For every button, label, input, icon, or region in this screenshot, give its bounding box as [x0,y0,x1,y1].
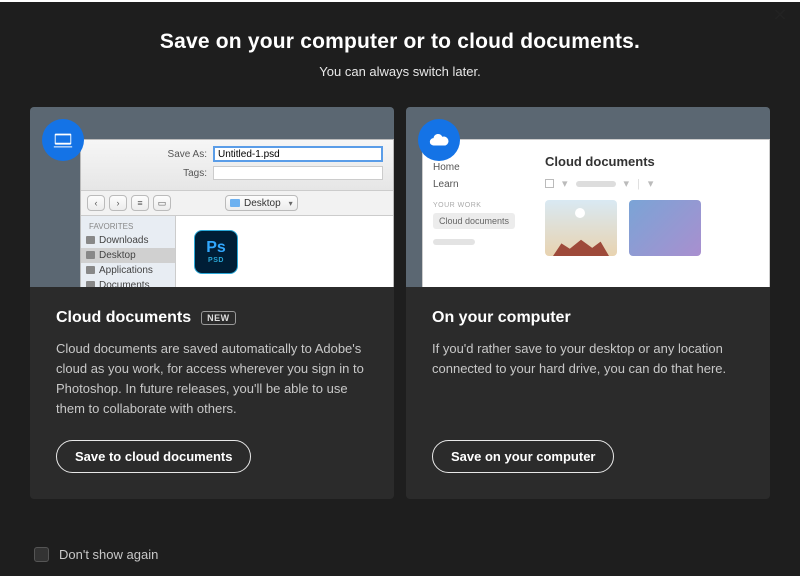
save-to-cloud-button[interactable]: Save to cloud documents [56,440,251,473]
dont-show-again-checkbox[interactable] [34,547,49,562]
nav-placeholder-bar [433,239,475,245]
nav-forward-icon: › [109,195,127,211]
save-as-input [213,146,383,162]
option-cards: Save As: Tags: ‹ › ≡ ▭ [0,89,800,499]
folder-icon [230,199,240,207]
computer-preview: Home Learn YOUR WORK Cloud documents Clo… [406,107,770,287]
view-list-icon: ≡ [131,195,149,211]
save-location-dialog: Save on your computer or to cloud docume… [0,2,800,576]
dont-show-again-label: Don't show again [59,547,158,562]
sidebar-item-applications: Applications [81,263,175,278]
macos-save-dialog-preview: Save As: Tags: ‹ › ≡ ▭ [80,139,394,287]
cloud-card-description: Cloud documents are saved automatically … [56,339,368,420]
chevron-down-icon: ▾ [648,177,654,190]
view-columns-icon: ▭ [153,195,171,211]
computer-card-title: On your computer [432,309,571,327]
tags-label: Tags: [161,168,207,179]
finder-sidebar: Favorites Downloads Desktop Applications… [81,216,176,287]
cloud-preview: Save As: Tags: ‹ › ≡ ▭ [30,107,394,287]
on-computer-card: Home Learn YOUR WORK Cloud documents Clo… [406,107,770,499]
sidebar-item-downloads: Downloads [81,233,175,248]
location-dropdown: Desktop [225,195,298,211]
dialog-subtitle: You can always switch later. [20,64,780,79]
dialog-header: Save on your computer or to cloud docume… [0,2,800,89]
cloud-card-title: Cloud documents [56,309,191,327]
nav-section-heading: YOUR WORK [433,202,523,209]
save-on-computer-button[interactable]: Save on your computer [432,440,614,473]
nav-cloud-documents: Cloud documents [433,213,515,229]
cloud-icon [418,119,460,161]
laptop-icon [42,119,84,161]
psd-file-icon: Ps PSD [194,230,238,274]
cloud-documents-card: Save As: Tags: ‹ › ≡ ▭ [30,107,394,499]
close-icon[interactable]: ✕ [770,6,790,26]
sidebar-item-desktop: Desktop [81,248,175,263]
dont-show-again[interactable]: Don't show again [34,547,158,562]
cloud-documents-heading: Cloud documents [545,154,757,169]
new-badge: NEW [201,311,236,325]
nav-back-icon: ‹ [87,195,105,211]
sidebar-item-documents: Documents [81,278,175,287]
document-thumbnail [545,200,617,256]
tags-input [213,166,383,180]
cloud-home-preview: Home Learn YOUR WORK Cloud documents Clo… [422,139,770,287]
nav-learn: Learn [433,179,523,190]
computer-card-description: If you'd rather save to your desktop or … [432,339,744,420]
chevron-down-icon: ▾ [624,177,630,190]
checkbox-icon [545,179,554,188]
nav-home: Home [433,162,523,173]
dialog-title: Save on your computer or to cloud docume… [20,30,780,54]
save-as-label: Save As: [161,149,207,160]
document-thumbnail [629,200,701,256]
sidebar-heading: Favorites [81,220,175,233]
sort-placeholder [576,181,616,187]
chevron-down-icon: ▾ [562,177,568,190]
